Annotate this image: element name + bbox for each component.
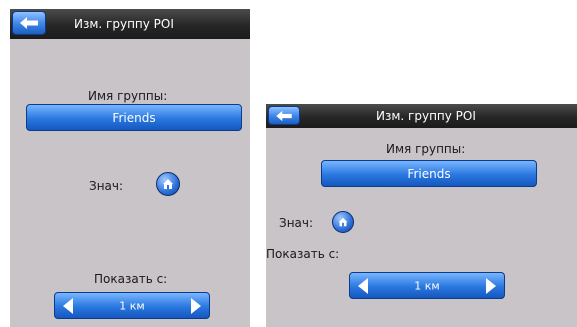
group-name-button[interactable]: Friends xyxy=(26,104,242,131)
edit-poi-group-screen-portrait: Изм. группу POI Имя группы: Friends Знач… xyxy=(10,9,250,327)
group-name-value: Friends xyxy=(112,110,156,125)
group-name-value: Friends xyxy=(407,166,451,181)
screen-title: Изм. группу POI xyxy=(74,17,174,31)
show-from-label: Показать с: xyxy=(94,272,168,286)
edit-poi-group-screen-landscape: Изм. группу POI Имя группы: Friends Знач… xyxy=(266,104,577,327)
show-from-stepper: 1 км xyxy=(349,272,505,299)
group-name-button[interactable]: Friends xyxy=(321,160,537,187)
title-bar: Изм. группу POI xyxy=(266,104,577,128)
increase-arrow-icon[interactable] xyxy=(486,277,496,294)
house-pin-icon xyxy=(338,217,348,227)
title-bar: Изм. группу POI xyxy=(10,9,250,39)
show-from-stepper: 1 км xyxy=(54,292,210,319)
icon-label: Знач: xyxy=(279,216,314,230)
group-name-label: Имя группы: xyxy=(88,89,168,103)
poi-icon-button[interactable] xyxy=(156,172,180,196)
show-from-value: 1 км xyxy=(119,299,145,312)
show-from-label: Показать с: xyxy=(266,247,340,261)
increase-arrow-icon[interactable] xyxy=(191,297,201,314)
icon-label: Знач: xyxy=(89,179,124,193)
group-name-label: Имя группы: xyxy=(386,142,466,156)
show-from-value: 1 км xyxy=(414,279,440,292)
house-pin-icon xyxy=(163,179,173,189)
poi-icon-button[interactable] xyxy=(332,211,354,233)
back-arrow-icon xyxy=(276,110,292,121)
back-button[interactable] xyxy=(12,11,46,35)
back-arrow-icon xyxy=(20,17,38,29)
screen-title: Изм. группу POI xyxy=(376,109,476,123)
back-button[interactable] xyxy=(268,106,300,125)
